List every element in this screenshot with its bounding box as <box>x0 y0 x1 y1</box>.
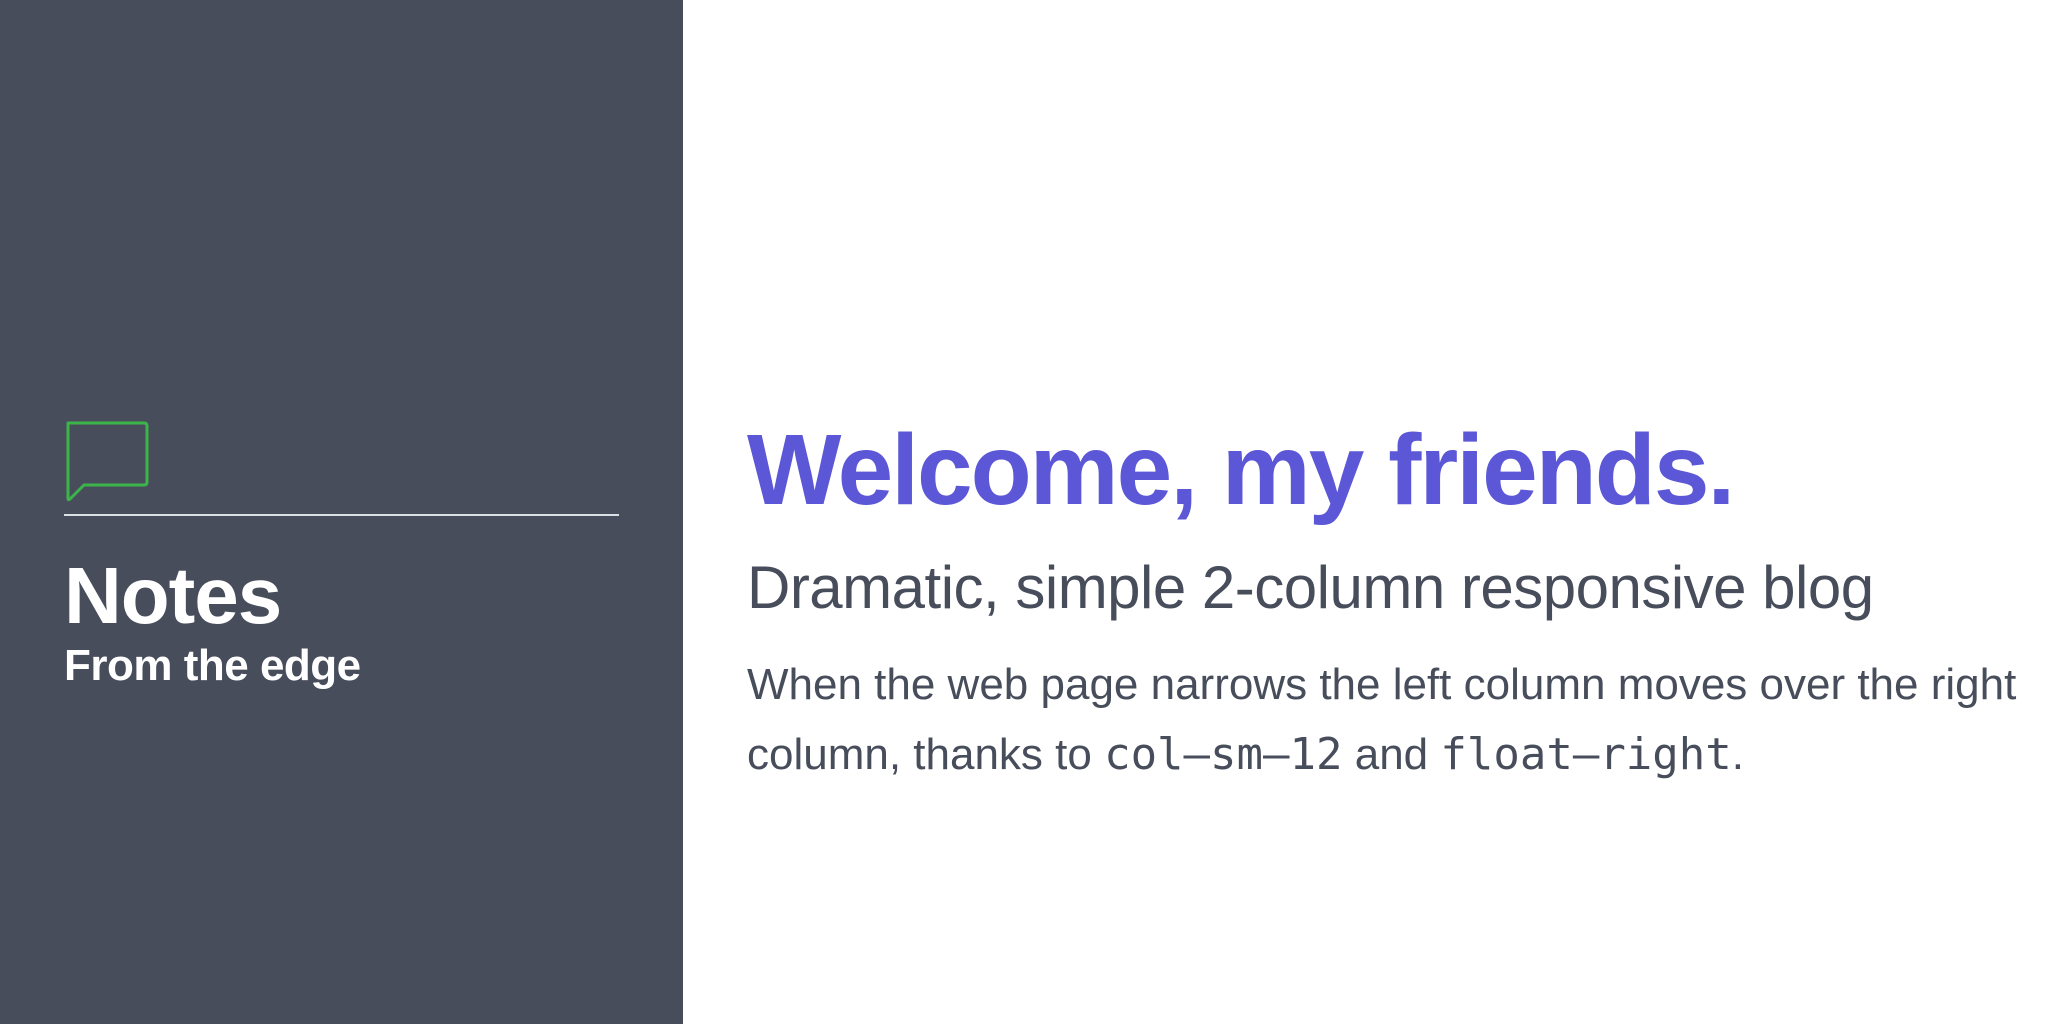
intro-text-2: and <box>1342 730 1441 779</box>
code-col-sm-12: col–sm–12 <box>1104 729 1343 780</box>
site-title[interactable]: Notes <box>64 556 619 636</box>
sidebar: Notes From the edge <box>0 0 683 1024</box>
main-content: Welcome, my friends. Dramatic, simple 2-… <box>683 0 2048 1024</box>
code-float-right: float–right <box>1440 729 1732 780</box>
sidebar-divider <box>64 514 619 516</box>
speech-bubble-icon <box>66 421 149 502</box>
intro-paragraph: When the web page narrows the left colum… <box>747 650 2037 790</box>
site-subtitle: From the edge <box>64 641 361 690</box>
intro-text-3: . <box>1731 730 1745 779</box>
page-title: Welcome, my friends. <box>747 414 1735 526</box>
page: Notes From the edge Welcome, my friends.… <box>0 0 2048 1024</box>
sidebar-content: Notes From the edge <box>64 420 619 688</box>
page-subtitle: Dramatic, simple 2-column responsive blo… <box>747 554 1874 621</box>
article: Welcome, my friends. Dramatic, simple 2-… <box>747 415 2037 790</box>
